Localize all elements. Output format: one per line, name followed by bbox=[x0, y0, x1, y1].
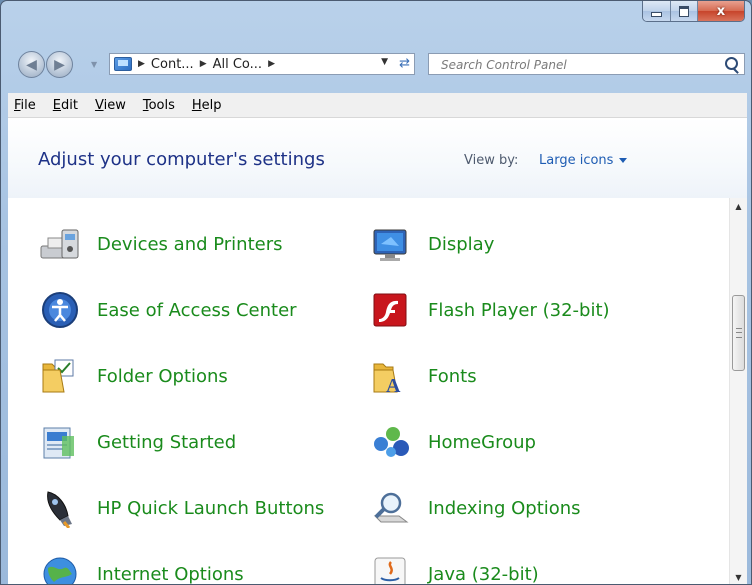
breadcrumb-separator-icon[interactable]: ▶ bbox=[200, 59, 207, 69]
refresh-icon[interactable]: ⇄ bbox=[399, 56, 410, 71]
breadcrumb-control-panel[interactable]: Cont... bbox=[151, 57, 194, 72]
printer-icon bbox=[38, 224, 83, 264]
page-title: Adjust your computer's settings bbox=[38, 149, 325, 170]
item-fonts[interactable]: A Fonts bbox=[369, 356, 477, 397]
menu-help[interactable]: Help bbox=[192, 98, 222, 113]
menu-bar: File Edit View Tools Help bbox=[8, 93, 747, 118]
ease-of-access-icon bbox=[38, 290, 83, 330]
minimize-button[interactable] bbox=[643, 1, 671, 21]
item-homegroup[interactable]: HomeGroup bbox=[369, 422, 536, 462]
breadcrumb-separator-icon[interactable]: ▶ bbox=[138, 59, 145, 69]
content-pane: Adjust your computer's settings View by:… bbox=[8, 118, 747, 585]
back-arrow-icon: ◀ bbox=[26, 56, 37, 73]
search-icon[interactable] bbox=[725, 57, 738, 70]
folder-options-icon bbox=[38, 356, 83, 396]
item-label: Ease of Access Center bbox=[97, 299, 297, 321]
homegroup-icon bbox=[369, 422, 414, 462]
item-display[interactable]: Display bbox=[369, 224, 494, 264]
control-panel-window: x ◀ ▶ ▼ ▶ Cont... ▶ All Co... ▶ ▼ ⇄ File… bbox=[0, 0, 752, 585]
control-panel-icon bbox=[114, 57, 132, 71]
item-ease-of-access-center[interactable]: Ease of Access Center bbox=[38, 290, 297, 330]
item-hp-quick-launch-buttons[interactable]: HP Quick Launch Buttons bbox=[38, 488, 325, 529]
close-icon: x bbox=[716, 3, 726, 19]
scroll-thumb[interactable] bbox=[732, 295, 745, 371]
search-input[interactable] bbox=[439, 55, 713, 75]
chevron-down-icon bbox=[619, 158, 628, 163]
item-folder-options[interactable]: Folder Options bbox=[38, 356, 228, 396]
item-java[interactable]: Java (32-bit) bbox=[369, 554, 539, 585]
navigation-bar: ◀ ▶ ▼ ▶ Cont... ▶ All Co... ▶ ▼ ⇄ bbox=[1, 45, 751, 85]
menu-view[interactable]: View bbox=[95, 98, 126, 113]
control-panel-items: Devices and Printers Display Ease of Acc… bbox=[8, 198, 726, 585]
fonts-folder-icon: A bbox=[369, 356, 414, 397]
title-bar[interactable]: x bbox=[1, 1, 751, 41]
item-label: Folder Options bbox=[97, 365, 228, 387]
menu-edit[interactable]: Edit bbox=[53, 98, 78, 113]
item-label: Indexing Options bbox=[428, 497, 581, 519]
maximize-icon bbox=[679, 5, 689, 17]
item-internet-options[interactable]: Internet Options bbox=[38, 554, 244, 585]
item-label: Java (32-bit) bbox=[428, 563, 539, 585]
item-label: Internet Options bbox=[97, 563, 244, 585]
scroll-down-icon[interactable]: ▼ bbox=[730, 569, 747, 584]
menu-file[interactable]: File bbox=[14, 98, 36, 113]
item-indexing-options[interactable]: Indexing Options bbox=[369, 488, 581, 528]
globe-icon bbox=[38, 554, 83, 584]
view-mode-dropdown[interactable]: Large icons bbox=[539, 153, 628, 168]
item-label: Devices and Printers bbox=[97, 233, 283, 255]
minimize-icon bbox=[651, 11, 662, 17]
item-devices-and-printers[interactable]: Devices and Printers bbox=[38, 224, 283, 264]
search-box bbox=[428, 53, 745, 75]
display-icon bbox=[369, 224, 414, 264]
flash-player-icon bbox=[369, 290, 414, 330]
maximize-button[interactable] bbox=[671, 1, 698, 21]
item-label: HP Quick Launch Buttons bbox=[97, 497, 325, 519]
item-label: HomeGroup bbox=[428, 431, 536, 453]
caption-buttons: x bbox=[642, 1, 745, 22]
item-getting-started[interactable]: Getting Started bbox=[38, 422, 236, 462]
address-bar[interactable]: ▶ Cont... ▶ All Co... ▶ ▼ ⇄ bbox=[109, 53, 415, 75]
java-icon bbox=[369, 554, 414, 584]
item-label: Getting Started bbox=[97, 431, 237, 453]
view-by-label: View by: bbox=[464, 153, 519, 168]
back-button[interactable]: ◀ bbox=[18, 51, 45, 78]
recent-pages-dropdown[interactable]: ▼ bbox=[91, 60, 97, 69]
magnifier-icon bbox=[369, 488, 414, 528]
item-flash-player[interactable]: Flash Player (32-bit) bbox=[369, 290, 610, 330]
getting-started-icon bbox=[38, 422, 83, 462]
forward-button[interactable]: ▶ bbox=[46, 51, 73, 78]
scroll-up-icon[interactable]: ▲ bbox=[730, 198, 747, 215]
item-label: Display bbox=[428, 233, 495, 255]
view-mode-label: Large icons bbox=[539, 153, 614, 168]
vertical-scrollbar[interactable]: ▲ ▼ bbox=[729, 198, 747, 584]
breadcrumb-separator-icon[interactable]: ▶ bbox=[268, 59, 275, 69]
breadcrumb-all-items[interactable]: All Co... bbox=[213, 57, 262, 72]
item-label: Flash Player (32-bit) bbox=[428, 299, 610, 321]
item-label: Fonts bbox=[428, 365, 477, 387]
address-dropdown-icon[interactable]: ▼ bbox=[381, 57, 388, 67]
forward-arrow-icon: ▶ bbox=[54, 56, 65, 73]
menu-tools[interactable]: Tools bbox=[143, 98, 175, 113]
grip-icon bbox=[736, 328, 742, 338]
close-button[interactable]: x bbox=[698, 1, 744, 21]
content-header: Adjust your computer's settings View by:… bbox=[8, 118, 747, 198]
rocket-icon bbox=[38, 488, 83, 529]
svg-text:A: A bbox=[386, 375, 401, 396]
